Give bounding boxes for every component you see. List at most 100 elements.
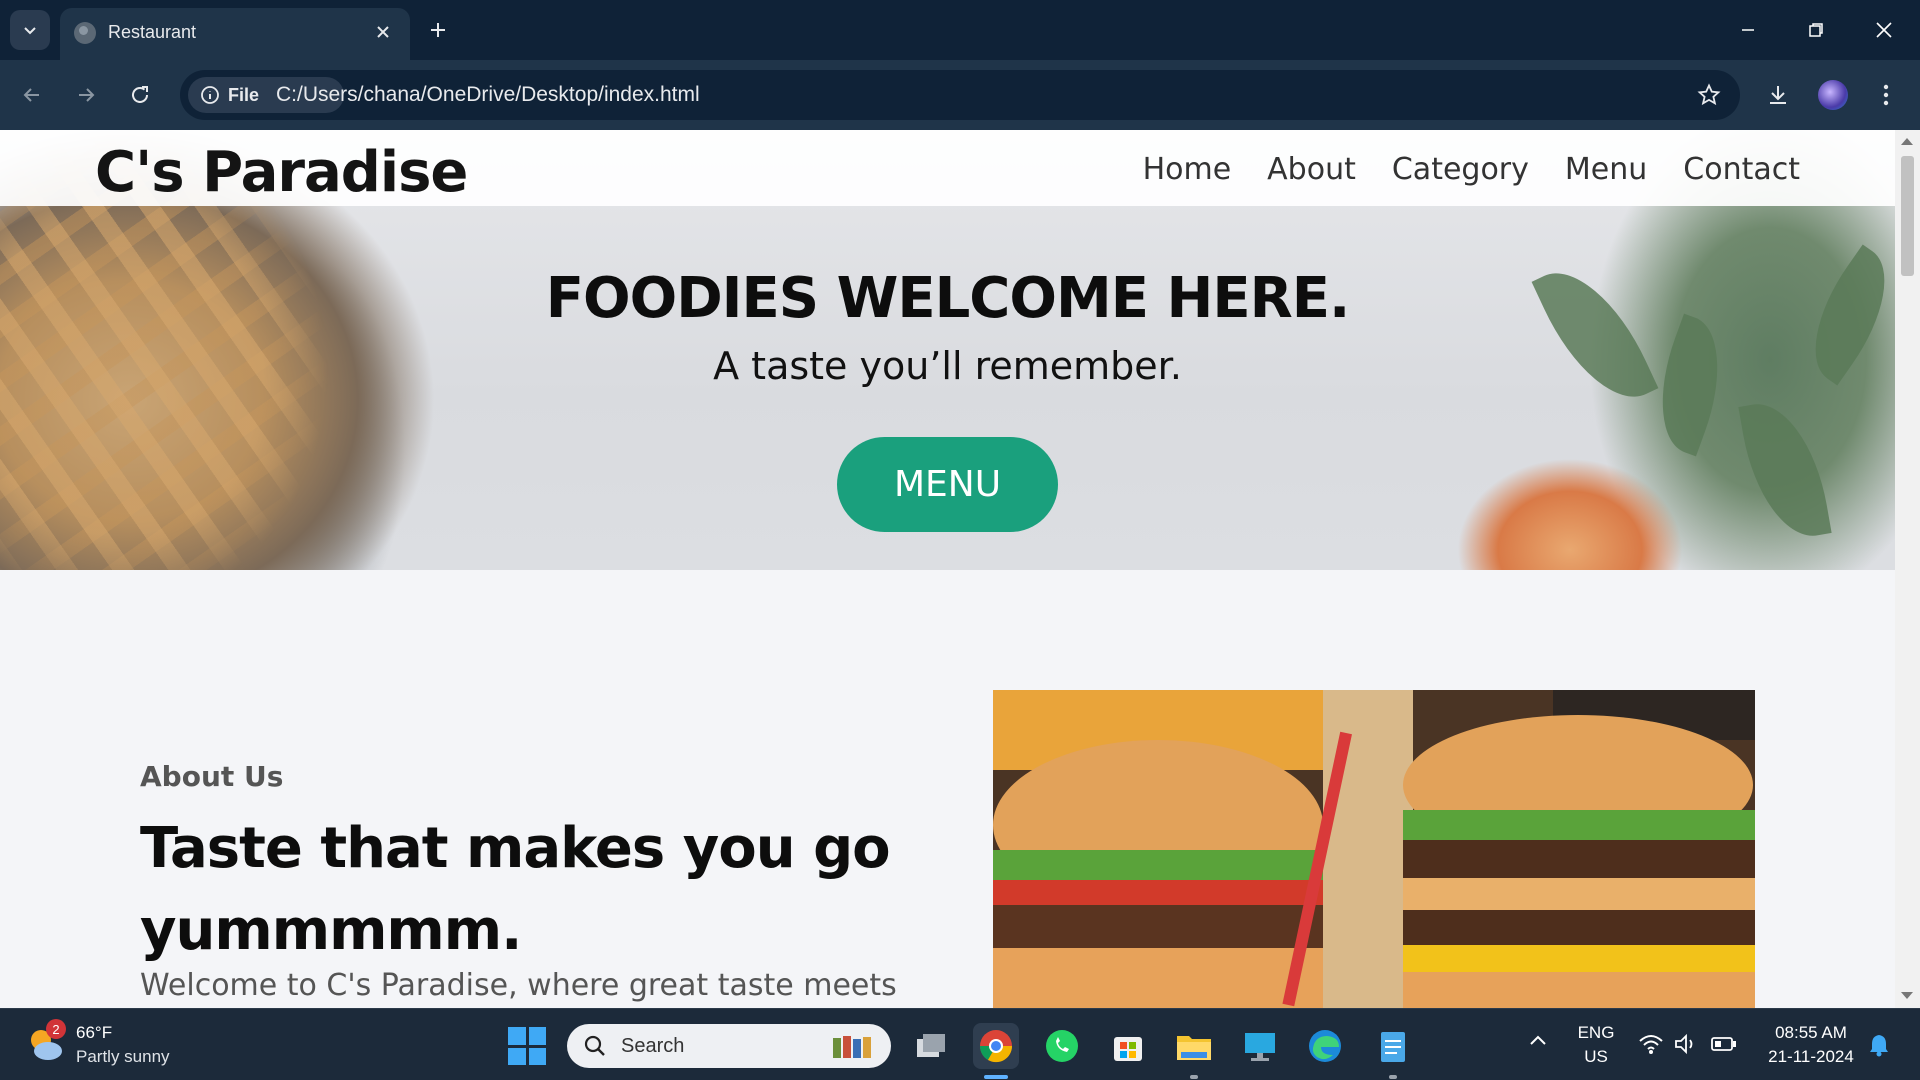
search-label: Search xyxy=(621,1035,685,1057)
tab-search-button[interactable] xyxy=(10,10,50,50)
browser-menu-button[interactable] xyxy=(1866,75,1906,115)
page-scrollbar[interactable] xyxy=(1895,130,1920,1008)
taskbar-edge[interactable] xyxy=(1302,1023,1348,1069)
site-header: C's Paradise Home About Category Menu Co… xyxy=(0,130,1895,206)
browser-tab[interactable]: Restaurant xyxy=(60,8,410,60)
start-button[interactable] xyxy=(508,1027,546,1065)
microsoft-store-icon xyxy=(1114,1037,1142,1061)
plus-icon xyxy=(431,23,445,37)
nav-category[interactable]: Category xyxy=(1392,152,1529,187)
site-logo[interactable]: C's Paradise xyxy=(95,140,468,205)
taskbar: 2 66°F Partly sunny Search ENG US 08:55 … xyxy=(0,1008,1920,1080)
downloads-button[interactable] xyxy=(1758,75,1798,115)
nav-contact[interactable]: Contact xyxy=(1683,152,1800,187)
clock-time[interactable]: 08:55 AM xyxy=(1756,1023,1866,1043)
taskbar-remote-desktop[interactable] xyxy=(1237,1023,1283,1069)
site-nav: Home About Category Menu Contact xyxy=(1143,152,1800,187)
taskbar-store[interactable] xyxy=(1105,1023,1151,1069)
tab-close-button[interactable] xyxy=(368,17,398,47)
clock-date[interactable]: 21-11-2024 xyxy=(1756,1047,1866,1067)
nav-home[interactable]: Home xyxy=(1143,152,1232,187)
profile-button[interactable] xyxy=(1813,75,1853,115)
forward-button[interactable] xyxy=(66,75,106,115)
about-text: Welcome to C's Paradise, where great tas… xyxy=(140,968,897,1003)
volume-button[interactable] xyxy=(1673,1033,1697,1060)
arrow-right-icon xyxy=(79,88,95,102)
whatsapp-icon xyxy=(1046,1030,1078,1062)
bookmark-button[interactable] xyxy=(1692,78,1726,112)
close-icon xyxy=(377,26,389,38)
windows-logo-icon xyxy=(508,1027,526,1045)
weather-temperature: 66°F xyxy=(76,1023,113,1042)
download-icon xyxy=(1770,86,1786,104)
file-explorer-icon xyxy=(917,1034,945,1057)
minimize-icon xyxy=(1742,29,1754,31)
hero-subtitle: A taste you’ll remember. xyxy=(713,344,1182,388)
wifi-button[interactable] xyxy=(1638,1033,1664,1060)
new-tab-button[interactable] xyxy=(420,12,456,48)
avatar xyxy=(1818,80,1848,110)
reload-icon xyxy=(132,86,148,103)
battery-button[interactable] xyxy=(1711,1035,1737,1058)
chevron-up-icon xyxy=(1530,1035,1546,1045)
about-title: Taste that makes you go yummmmm. xyxy=(140,816,891,963)
taskbar-search[interactable]: Search xyxy=(567,1024,891,1068)
search-highlight-icon xyxy=(833,1036,871,1058)
volume-icon xyxy=(1675,1033,1693,1055)
star-icon xyxy=(1697,83,1721,106)
bell-icon xyxy=(1870,1035,1888,1057)
taskbar-whatsapp[interactable] xyxy=(1039,1023,1085,1069)
tray-overflow-button[interactable] xyxy=(1528,1033,1548,1052)
battery-icon xyxy=(1711,1037,1736,1051)
scroll-down-icon[interactable] xyxy=(1901,992,1913,999)
url-text[interactable]: C:/Users/chana/OneDrive/Desktop/index.ht… xyxy=(276,83,700,107)
address-bar[interactable]: File C:/Users/chana/OneDrive/Desktop/ind… xyxy=(180,70,1740,120)
wifi-icon xyxy=(1639,1035,1663,1054)
browser-toolbar: File C:/Users/chana/OneDrive/Desktop/ind… xyxy=(0,60,1920,130)
chrome-icon xyxy=(979,1030,1013,1063)
language-indicator[interactable]: ENG xyxy=(1576,1023,1616,1043)
close-window-button[interactable] xyxy=(1856,8,1912,52)
notifications-button[interactable] xyxy=(1868,1033,1890,1062)
scroll-thumb[interactable] xyxy=(1901,156,1914,276)
search-icon xyxy=(584,1035,605,1056)
running-indicator xyxy=(1190,1075,1198,1079)
weather-badge: 2 xyxy=(46,1019,66,1039)
file-chip-label: File xyxy=(228,84,260,105)
hero-title: FOODIES WELCOME HERE. xyxy=(545,266,1351,331)
nav-menu[interactable]: Menu xyxy=(1565,152,1647,187)
remote-desktop-icon xyxy=(1245,1033,1275,1061)
arrow-left-icon xyxy=(23,88,39,102)
taskbar-chrome[interactable] xyxy=(973,1023,1019,1069)
restore-button[interactable] xyxy=(1788,8,1844,52)
about-kicker: About Us xyxy=(140,760,284,793)
restore-icon xyxy=(1809,23,1823,37)
active-indicator xyxy=(984,1075,1008,1079)
taskbar-folder[interactable] xyxy=(1171,1023,1217,1069)
nav-about[interactable]: About xyxy=(1267,152,1356,187)
hero-section: C's Paradise Home About Category Menu Co… xyxy=(0,130,1912,570)
chevron-down-icon xyxy=(24,27,36,35)
globe-icon xyxy=(74,22,96,44)
browser-tab-strip: Restaurant xyxy=(0,0,1920,60)
tab-title: Restaurant xyxy=(108,22,197,42)
minimize-button[interactable] xyxy=(1720,8,1776,52)
page-viewport: C's Paradise Home About Category Menu Co… xyxy=(0,130,1920,1008)
menu-button[interactable]: MENU xyxy=(837,437,1058,532)
back-button[interactable] xyxy=(12,75,52,115)
info-icon xyxy=(201,86,219,104)
leaf-decoration xyxy=(1738,394,1832,546)
scroll-up-icon[interactable] xyxy=(1901,138,1913,145)
reload-button[interactable] xyxy=(120,75,160,115)
burger-illustration xyxy=(993,690,1755,1008)
weather-description: Partly sunny xyxy=(76,1047,170,1066)
region-indicator: US xyxy=(1584,1047,1608,1066)
edge-icon xyxy=(1309,1030,1341,1062)
task-view-button[interactable] xyxy=(909,1023,955,1069)
folder-icon xyxy=(1177,1036,1211,1060)
notepad-icon xyxy=(1381,1032,1405,1062)
taskbar-notepad[interactable] xyxy=(1370,1023,1416,1069)
burger-image xyxy=(993,690,1755,1008)
running-indicator xyxy=(1389,1075,1397,1079)
close-icon xyxy=(1876,22,1892,38)
